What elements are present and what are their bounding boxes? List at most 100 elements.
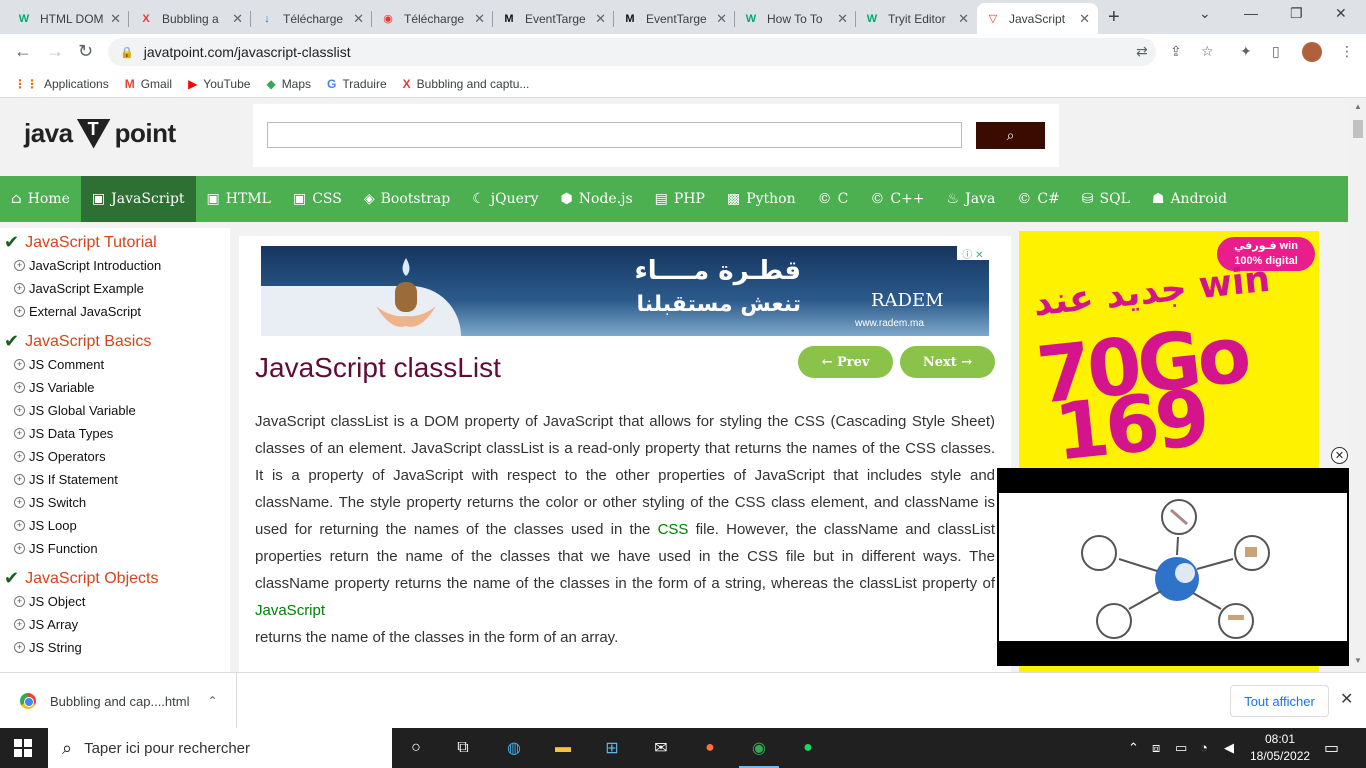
bookmark-item[interactable]: M Gmail (125, 77, 172, 91)
system-clock[interactable]: 08:01 18/05/2022 (1250, 731, 1310, 765)
bookmark-item[interactable]: X Bubbling and captu... (403, 77, 530, 91)
floating-video-player[interactable] (997, 468, 1349, 666)
back-icon[interactable]: ← (14, 41, 32, 62)
tab-close-icon[interactable]: ✕ (958, 11, 969, 27)
ad-banner[interactable]: قطـرة مــــاء تنعش مستقبلنا RADEM www.ra… (261, 246, 989, 336)
windows-start-icon[interactable] (14, 739, 32, 757)
nav-item-java[interactable]: ♨ Java (936, 176, 1007, 222)
browser-tab[interactable]: W Tryit Editor ✕ (856, 3, 977, 34)
prev-button[interactable]: ← Prev (798, 346, 893, 378)
sidebar-item[interactable]: + JS If Statement (14, 472, 118, 487)
sidebar-item[interactable]: + JS Operators (14, 449, 106, 464)
nav-item-css[interactable]: ▣ CSS (282, 176, 353, 222)
download-item[interactable]: Bubbling and cap....html ⌃ (0, 673, 237, 729)
nav-item-bootstrap[interactable]: ◈ Bootstrap (353, 176, 461, 222)
nav-item-python[interactable]: ▩ Python (716, 176, 807, 222)
tab-close-icon[interactable]: ✕ (353, 11, 364, 27)
window-close-icon[interactable]: ✕ (1335, 5, 1347, 22)
forward-icon[interactable]: → (46, 41, 64, 62)
file-explorer-icon[interactable]: ▬ (551, 736, 575, 760)
task-view-icon[interactable]: ⧉ (451, 736, 475, 760)
cortana-icon[interactable]: ○ (404, 736, 428, 760)
lock-icon[interactable]: 🔒 (120, 46, 134, 59)
translate-icon[interactable]: ⇄ (1136, 43, 1148, 60)
sidebar-section-heading[interactable]: ✔ JavaScript Basics (4, 331, 151, 352)
bookmark-star-icon[interactable]: ☆ (1201, 43, 1214, 60)
tray-network-device-icon[interactable]: ⧈ (1152, 740, 1160, 756)
tab-close-icon[interactable]: ✕ (595, 11, 606, 27)
tab-close-icon[interactable]: ✕ (110, 11, 121, 27)
scroll-down-icon[interactable]: ▼ (1354, 656, 1362, 665)
microsoft-store-icon[interactable]: ⊞ (600, 736, 624, 760)
tab-close-icon[interactable]: ✕ (232, 11, 243, 27)
sidebar-item[interactable]: + JS Array (14, 617, 78, 632)
scroll-thumb[interactable] (1353, 120, 1363, 138)
nav-item-sql[interactable]: ⛁ SQL (1071, 176, 1141, 222)
sidebar-item[interactable]: + JS Global Variable (14, 403, 136, 418)
sidebar-section-heading[interactable]: ✔ JavaScript Objects (4, 568, 158, 589)
firefox-icon[interactable]: ● (698, 736, 722, 760)
browser-tab[interactable]: M EventTarge ✕ (614, 3, 735, 34)
restore-icon[interactable]: ❐ (1290, 5, 1303, 22)
browser-tab[interactable]: ▽ JavaScript ✕ (977, 3, 1098, 34)
tab-search-icon[interactable]: ⌄ (1199, 5, 1211, 22)
css-link[interactable]: CSS (658, 521, 689, 538)
wifi-icon[interactable]: ◔ (1200, 740, 1208, 755)
video-close-icon[interactable]: ✕ (1331, 447, 1348, 464)
bookmark-item[interactable]: ▶ YouTube (188, 77, 250, 91)
sidebar-item[interactable]: + JS Switch (14, 495, 86, 510)
nav-item-c-[interactable]: © C++ (859, 176, 935, 222)
bookmark-item[interactable]: G Traduire (327, 77, 387, 91)
extensions-icon[interactable]: ✦ (1240, 43, 1252, 60)
sidebar-item[interactable]: + External JavaScript (14, 304, 141, 319)
sidebar-item[interactable]: + JS Variable (14, 380, 95, 395)
browser-tab[interactable]: W HTML DOM ✕ (8, 3, 129, 34)
sidepanel-icon[interactable]: ▯ (1272, 43, 1280, 60)
address-bar[interactable]: 🔒 javatpoint.com/javascript-classlist (108, 38, 1156, 66)
tab-close-icon[interactable]: ✕ (1079, 11, 1090, 27)
sidebar-item[interactable]: + JS Data Types (14, 426, 113, 441)
reload-icon[interactable]: ↻ (78, 41, 93, 62)
browser-tab[interactable]: ◉ Télécharge ✕ (372, 3, 493, 34)
bookmark-item[interactable]: ◆ Maps (266, 77, 311, 91)
browser-tab[interactable]: ↓ Télécharge ✕ (251, 3, 372, 34)
sidebar-item[interactable]: + JS Function (14, 541, 98, 556)
share-icon[interactable]: ⇪ (1170, 43, 1182, 60)
nav-item-android[interactable]: ☗ Android (1141, 176, 1238, 222)
next-button[interactable]: Next → (900, 346, 995, 378)
site-logo[interactable]: java T point (24, 118, 176, 149)
browser-tab[interactable]: M EventTarge ✕ (493, 3, 614, 34)
scroll-up-icon[interactable]: ▲ (1354, 102, 1362, 111)
chevron-up-icon[interactable]: ⌃ (207, 694, 217, 708)
javascript-link[interactable]: JavaScript (255, 602, 325, 619)
taskbar-search[interactable]: ⌕ Taper ici pour rechercher (48, 728, 392, 768)
ad-choices-close-icon[interactable]: ⓘ ✕ (957, 246, 989, 261)
tray-chevron-icon[interactable]: ⌃ (1128, 740, 1139, 756)
bookmark-item[interactable]: ⋮⋮ Applications (14, 77, 109, 91)
sidebar-section-heading[interactable]: ✔ JavaScript Tutorial (4, 232, 157, 253)
sidebar-item[interactable]: + JS Comment (14, 357, 104, 372)
sidebar-item[interactable]: + JavaScript Introduction (14, 258, 161, 273)
nav-item-jquery[interactable]: ☾ jQuery (461, 176, 549, 222)
nav-item-c[interactable]: © C (807, 176, 860, 222)
page-scrollbar[interactable]: ▲ ▼ (1350, 98, 1366, 672)
menu-kebab-icon[interactable]: ⋮ (1340, 43, 1354, 60)
sidebar-item[interactable]: + JS String (14, 640, 82, 655)
browser-tab[interactable]: X Bubbling a ✕ (130, 3, 251, 34)
search-input[interactable] (267, 122, 962, 148)
browser-tab[interactable]: W How To To ✕ (735, 3, 856, 34)
show-all-button[interactable]: Tout afficher (1230, 685, 1329, 717)
nav-item-c-[interactable]: © C# (1006, 176, 1070, 222)
sidebar-item[interactable]: + JavaScript Example (14, 281, 144, 296)
tab-close-icon[interactable]: ✕ (716, 11, 727, 27)
tab-close-icon[interactable]: ✕ (837, 11, 848, 27)
nav-item-home[interactable]: ⌂ Home (0, 176, 81, 222)
spotify-icon[interactable]: ● (796, 736, 820, 760)
minimize-icon[interactable]: — (1244, 5, 1258, 21)
new-tab-icon[interactable]: + (1108, 6, 1120, 29)
sidebar-item[interactable]: + JS Object (14, 594, 85, 609)
nav-item-node-js[interactable]: ⬢ Node.js (550, 176, 644, 222)
sidebar-item[interactable]: + JS Loop (14, 518, 77, 533)
close-download-bar-icon[interactable]: ✕ (1340, 689, 1353, 709)
nav-item-javascript[interactable]: ▣ JavaScript (80, 176, 196, 222)
